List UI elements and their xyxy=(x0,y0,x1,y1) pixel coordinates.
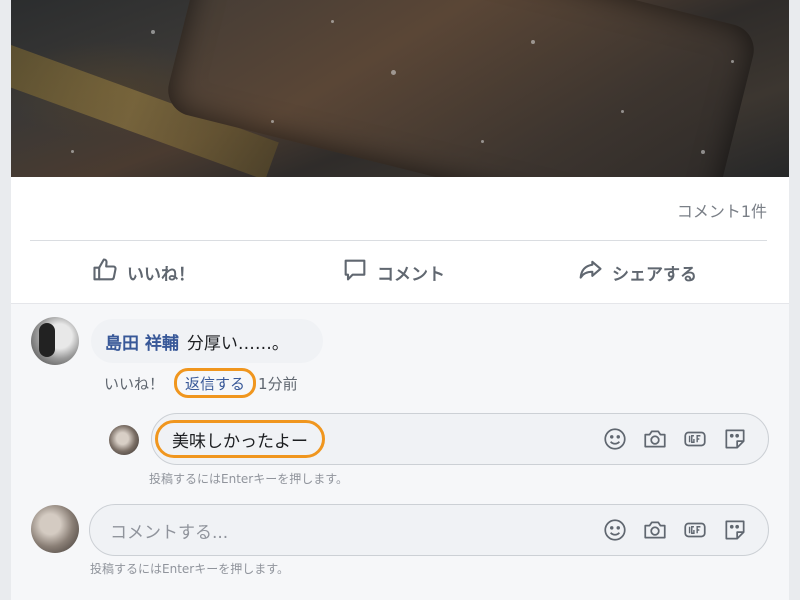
post-card: コメント1件 いいね！ コメント シェアする 島田 祥輔 分厚い……。 いいね！… xyxy=(11,0,789,600)
comment-like-link[interactable]: いいね！ xyxy=(104,373,164,394)
avatar[interactable] xyxy=(31,317,79,365)
post-photo[interactable] xyxy=(11,0,789,177)
reply-input[interactable]: 美味しかったよー xyxy=(151,413,769,465)
reply-input-value[interactable]: 美味しかったよー xyxy=(155,420,325,458)
action-bar: いいね！ コメント シェアする xyxy=(11,250,789,294)
reply-hint: 投稿するにはEnterキーを押します。 xyxy=(149,472,349,486)
comment-hint: 投稿するにはEnterキーを押します。 xyxy=(90,562,290,576)
comments-section: 島田 祥輔 分厚い……。 いいね！ 返信する 1分前 美味しかったよー 投稿する… xyxy=(11,303,789,600)
comment-text: 分厚い……。 xyxy=(186,333,289,354)
smile-icon[interactable] xyxy=(602,517,628,543)
comment-label: コメント xyxy=(377,264,445,285)
sticker-icon[interactable] xyxy=(722,517,748,543)
user-avatar xyxy=(31,505,79,553)
comment-button[interactable]: コメント xyxy=(341,250,445,294)
share-label: シェアする xyxy=(612,264,697,285)
comment-meta: いいね！ 返信する 1分前 xyxy=(104,368,298,398)
reply-link[interactable]: 返信する xyxy=(174,368,257,398)
thumbs-up-icon xyxy=(91,256,119,289)
gif-icon[interactable] xyxy=(682,426,708,452)
camera-icon[interactable] xyxy=(642,517,668,543)
comment-input-placeholder[interactable]: コメントする... xyxy=(110,505,228,555)
speech-bubble-icon xyxy=(341,256,369,289)
sticker-icon[interactable] xyxy=(722,426,748,452)
camera-icon[interactable] xyxy=(642,426,668,452)
comment-author[interactable]: 島田 祥輔 xyxy=(105,329,179,354)
comment-count[interactable]: コメント1件 xyxy=(677,198,767,222)
comment-time[interactable]: 1分前 xyxy=(258,373,298,394)
reply-input-icons xyxy=(602,426,748,452)
divider xyxy=(30,240,767,241)
gif-icon[interactable] xyxy=(682,517,708,543)
comment-bubble: 島田 祥輔 分厚い……。 xyxy=(91,319,323,363)
like-label: いいね！ xyxy=(127,264,195,285)
like-button[interactable]: いいね！ xyxy=(91,250,195,294)
share-button[interactable]: シェアする xyxy=(576,250,697,294)
smile-icon[interactable] xyxy=(602,426,628,452)
comment-input-icons xyxy=(602,517,748,543)
comment-input[interactable]: コメントする... xyxy=(89,504,769,556)
share-arrow-icon xyxy=(576,256,604,289)
reply-avatar xyxy=(109,425,139,455)
